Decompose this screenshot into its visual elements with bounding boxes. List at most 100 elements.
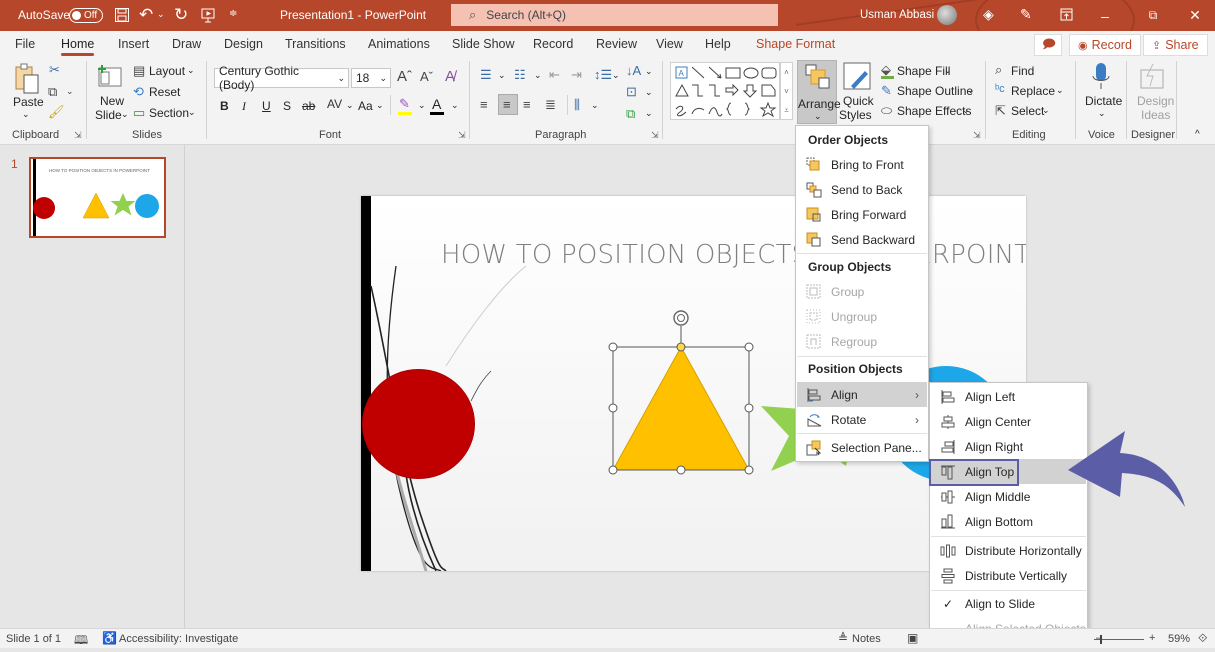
copy-icon[interactable]: ⧉ — [48, 85, 57, 98]
bold-button[interactable]: B — [220, 99, 229, 113]
autosave-toggle[interactable]: Off — [69, 8, 103, 23]
font-color-icon[interactable]: A — [432, 96, 441, 112]
design-ideas-icon[interactable] — [1138, 62, 1168, 92]
new-slide-label-1[interactable]: New — [100, 94, 124, 108]
italic-button[interactable]: I — [242, 99, 246, 114]
group-item[interactable]: Group — [797, 279, 927, 304]
numbering-dropdown-icon[interactable]: ⌄ — [534, 70, 542, 81]
dictate-button[interactable]: Dictate — [1085, 94, 1122, 108]
select-dropdown-icon[interactable]: ⌄ — [1042, 105, 1050, 116]
slide-thumbnail[interactable]: HOW TO POSITION OBJECTS IN POWERPOINT — [29, 157, 166, 238]
ribbon-display-icon[interactable] — [1060, 8, 1073, 21]
text-shadow-button[interactable]: S — [283, 99, 291, 113]
quick-styles-label-2[interactable]: Styles — [839, 108, 872, 122]
shape-fill-dropdown-icon[interactable]: ⌄ — [944, 65, 952, 76]
clipboard-launcher-icon[interactable]: ⇲ — [74, 130, 82, 141]
bullets-dropdown-icon[interactable]: ⌄ — [498, 70, 506, 81]
numbering-icon[interactable]: ☷ — [514, 68, 526, 81]
font-color-dropdown-icon[interactable]: ⌄ — [451, 100, 459, 111]
shape-effects-icon[interactable]: ⬭ — [881, 104, 892, 117]
drawing-launcher-icon[interactable]: ⇲ — [973, 130, 981, 141]
quick-styles-icon[interactable] — [843, 62, 873, 92]
premium-diamond-icon[interactable]: ◈ — [983, 6, 994, 23]
decrease-font-size-icon[interactable]: Aˇ — [420, 70, 433, 83]
normal-view-icon[interactable]: ▣ — [907, 631, 918, 645]
align-text-icon[interactable]: ⊡ — [626, 85, 637, 98]
share-button[interactable]: ⇪ Share — [1143, 34, 1208, 56]
new-slide-dropdown-icon[interactable]: ⌄ — [121, 109, 129, 120]
selected-triangle-shape[interactable] — [606, 306, 756, 476]
quick-styles-label-1[interactable]: Quick — [843, 94, 874, 108]
selection-pane-item[interactable]: Selection Pane... — [797, 435, 927, 460]
design-ideas-label-1[interactable]: Design — [1137, 94, 1174, 108]
rotate-menu-item[interactable]: Rotate › — [797, 407, 927, 432]
bullets-icon[interactable]: ☰ — [480, 68, 492, 81]
tab-draw[interactable]: Draw — [172, 37, 201, 51]
strikethrough-button[interactable]: ab — [302, 99, 315, 113]
arrange-button[interactable]: Arrange ⌄ — [797, 60, 841, 124]
text-direction-dropdown-icon[interactable]: ⌄ — [645, 66, 653, 77]
shape-effects-dropdown-icon[interactable]: ⌄ — [962, 105, 970, 116]
font-size-dropdown[interactable]: 18 ⌄ — [351, 68, 391, 88]
tab-review[interactable]: Review — [596, 37, 637, 51]
undo-dropdown-icon[interactable]: ⌄ — [157, 9, 165, 20]
new-slide-icon[interactable] — [96, 63, 124, 89]
tab-slide-show[interactable]: Slide Show — [452, 37, 515, 51]
microphone-icon[interactable] — [1091, 62, 1111, 92]
gallery-more-icon[interactable]: ⩡ — [781, 101, 792, 120]
align-left-text-icon[interactable]: ≡ — [480, 98, 488, 111]
section-button[interactable]: Section — [149, 106, 189, 120]
replace-dropdown-icon[interactable]: ⌄ — [1056, 85, 1064, 96]
slide-title[interactable]: HOW TO POSITION OBJECTS IN POWERPOINT — [441, 240, 1026, 270]
format-painter-icon[interactable]: 🖌 — [48, 105, 65, 118]
collapse-ribbon-icon[interactable]: ^ — [1195, 129, 1200, 140]
distribute-vertically-item[interactable]: Distribute Vertically — [931, 563, 1086, 588]
increase-indent-icon[interactable]: ⇥ — [571, 68, 582, 81]
spacing-dropdown-icon[interactable]: ⌄ — [346, 100, 354, 111]
copy-dropdown-icon[interactable]: ⌄ — [66, 87, 74, 96]
comments-button[interactable]: 🗩 — [1034, 34, 1062, 56]
spell-check-icon[interactable]: 🕮 — [74, 631, 88, 652]
section-dropdown-icon[interactable]: ⌄ — [188, 107, 196, 118]
shape-outline-icon[interactable]: ✎ — [881, 84, 892, 97]
tab-home[interactable]: Home — [61, 37, 95, 56]
smartart-icon[interactable]: ⧉ — [626, 107, 635, 120]
layout-dropdown-icon[interactable]: ⌄ — [187, 65, 195, 76]
tab-view[interactable]: View — [656, 37, 683, 51]
align-right-text-icon[interactable]: ≡ — [523, 98, 531, 111]
align-to-slide-item[interactable]: ✓ Align to Slide — [931, 591, 1086, 616]
tab-help[interactable]: Help — [705, 37, 731, 51]
highlight-dropdown-icon[interactable]: ⌄ — [418, 100, 426, 111]
undo-icon[interactable]: ↶ — [139, 5, 153, 25]
shape-effects-button[interactable]: Shape Effects — [897, 104, 972, 118]
layout-button[interactable]: Layout — [149, 64, 185, 78]
layout-icon[interactable]: ▤ — [133, 64, 145, 77]
shape-outline-dropdown-icon[interactable]: ⌄ — [967, 85, 975, 96]
user-avatar[interactable] — [937, 5, 957, 25]
redo-icon[interactable]: ↻ — [174, 5, 188, 25]
tab-animations[interactable]: Animations — [368, 37, 430, 51]
shape-fill-button[interactable]: Shape Fill — [897, 64, 950, 78]
find-icon[interactable]: ⌕ — [995, 63, 1002, 76]
zoom-level[interactable]: 59% — [1168, 633, 1190, 645]
reset-icon[interactable]: ⟲ — [133, 85, 144, 98]
shape-outline-button[interactable]: Shape Outline — [897, 84, 973, 98]
character-spacing-button[interactable]: AV — [327, 97, 342, 111]
send-to-back-item[interactable]: Send to Back — [797, 177, 927, 202]
paste-label[interactable]: Paste — [13, 95, 44, 109]
paragraph-launcher-icon[interactable]: ⇲ — [651, 130, 659, 141]
tab-transitions[interactable]: Transitions — [285, 37, 346, 51]
change-case-button[interactable]: Aa — [358, 99, 373, 113]
record-button[interactable]: ◉ Record — [1069, 34, 1141, 56]
align-menu-item[interactable]: Align › — [797, 382, 927, 407]
tab-file[interactable]: File — [15, 37, 35, 51]
paste-icon[interactable] — [14, 63, 40, 95]
bring-forward-item[interactable]: Bring Forward — [797, 202, 927, 227]
section-icon[interactable]: ▭ — [133, 106, 145, 119]
align-left-item[interactable]: Align Left — [931, 384, 1086, 409]
columns-icon[interactable]: ⫼ — [574, 98, 580, 111]
font-name-dropdown[interactable]: Century Gothic (Body) ⌄ — [214, 64, 349, 92]
paste-dropdown-icon[interactable]: ⌄ — [22, 109, 30, 120]
select-cursor-icon[interactable]: ⇱ — [995, 104, 1006, 117]
line-spacing-dropdown-icon[interactable]: ⌄ — [612, 70, 620, 81]
